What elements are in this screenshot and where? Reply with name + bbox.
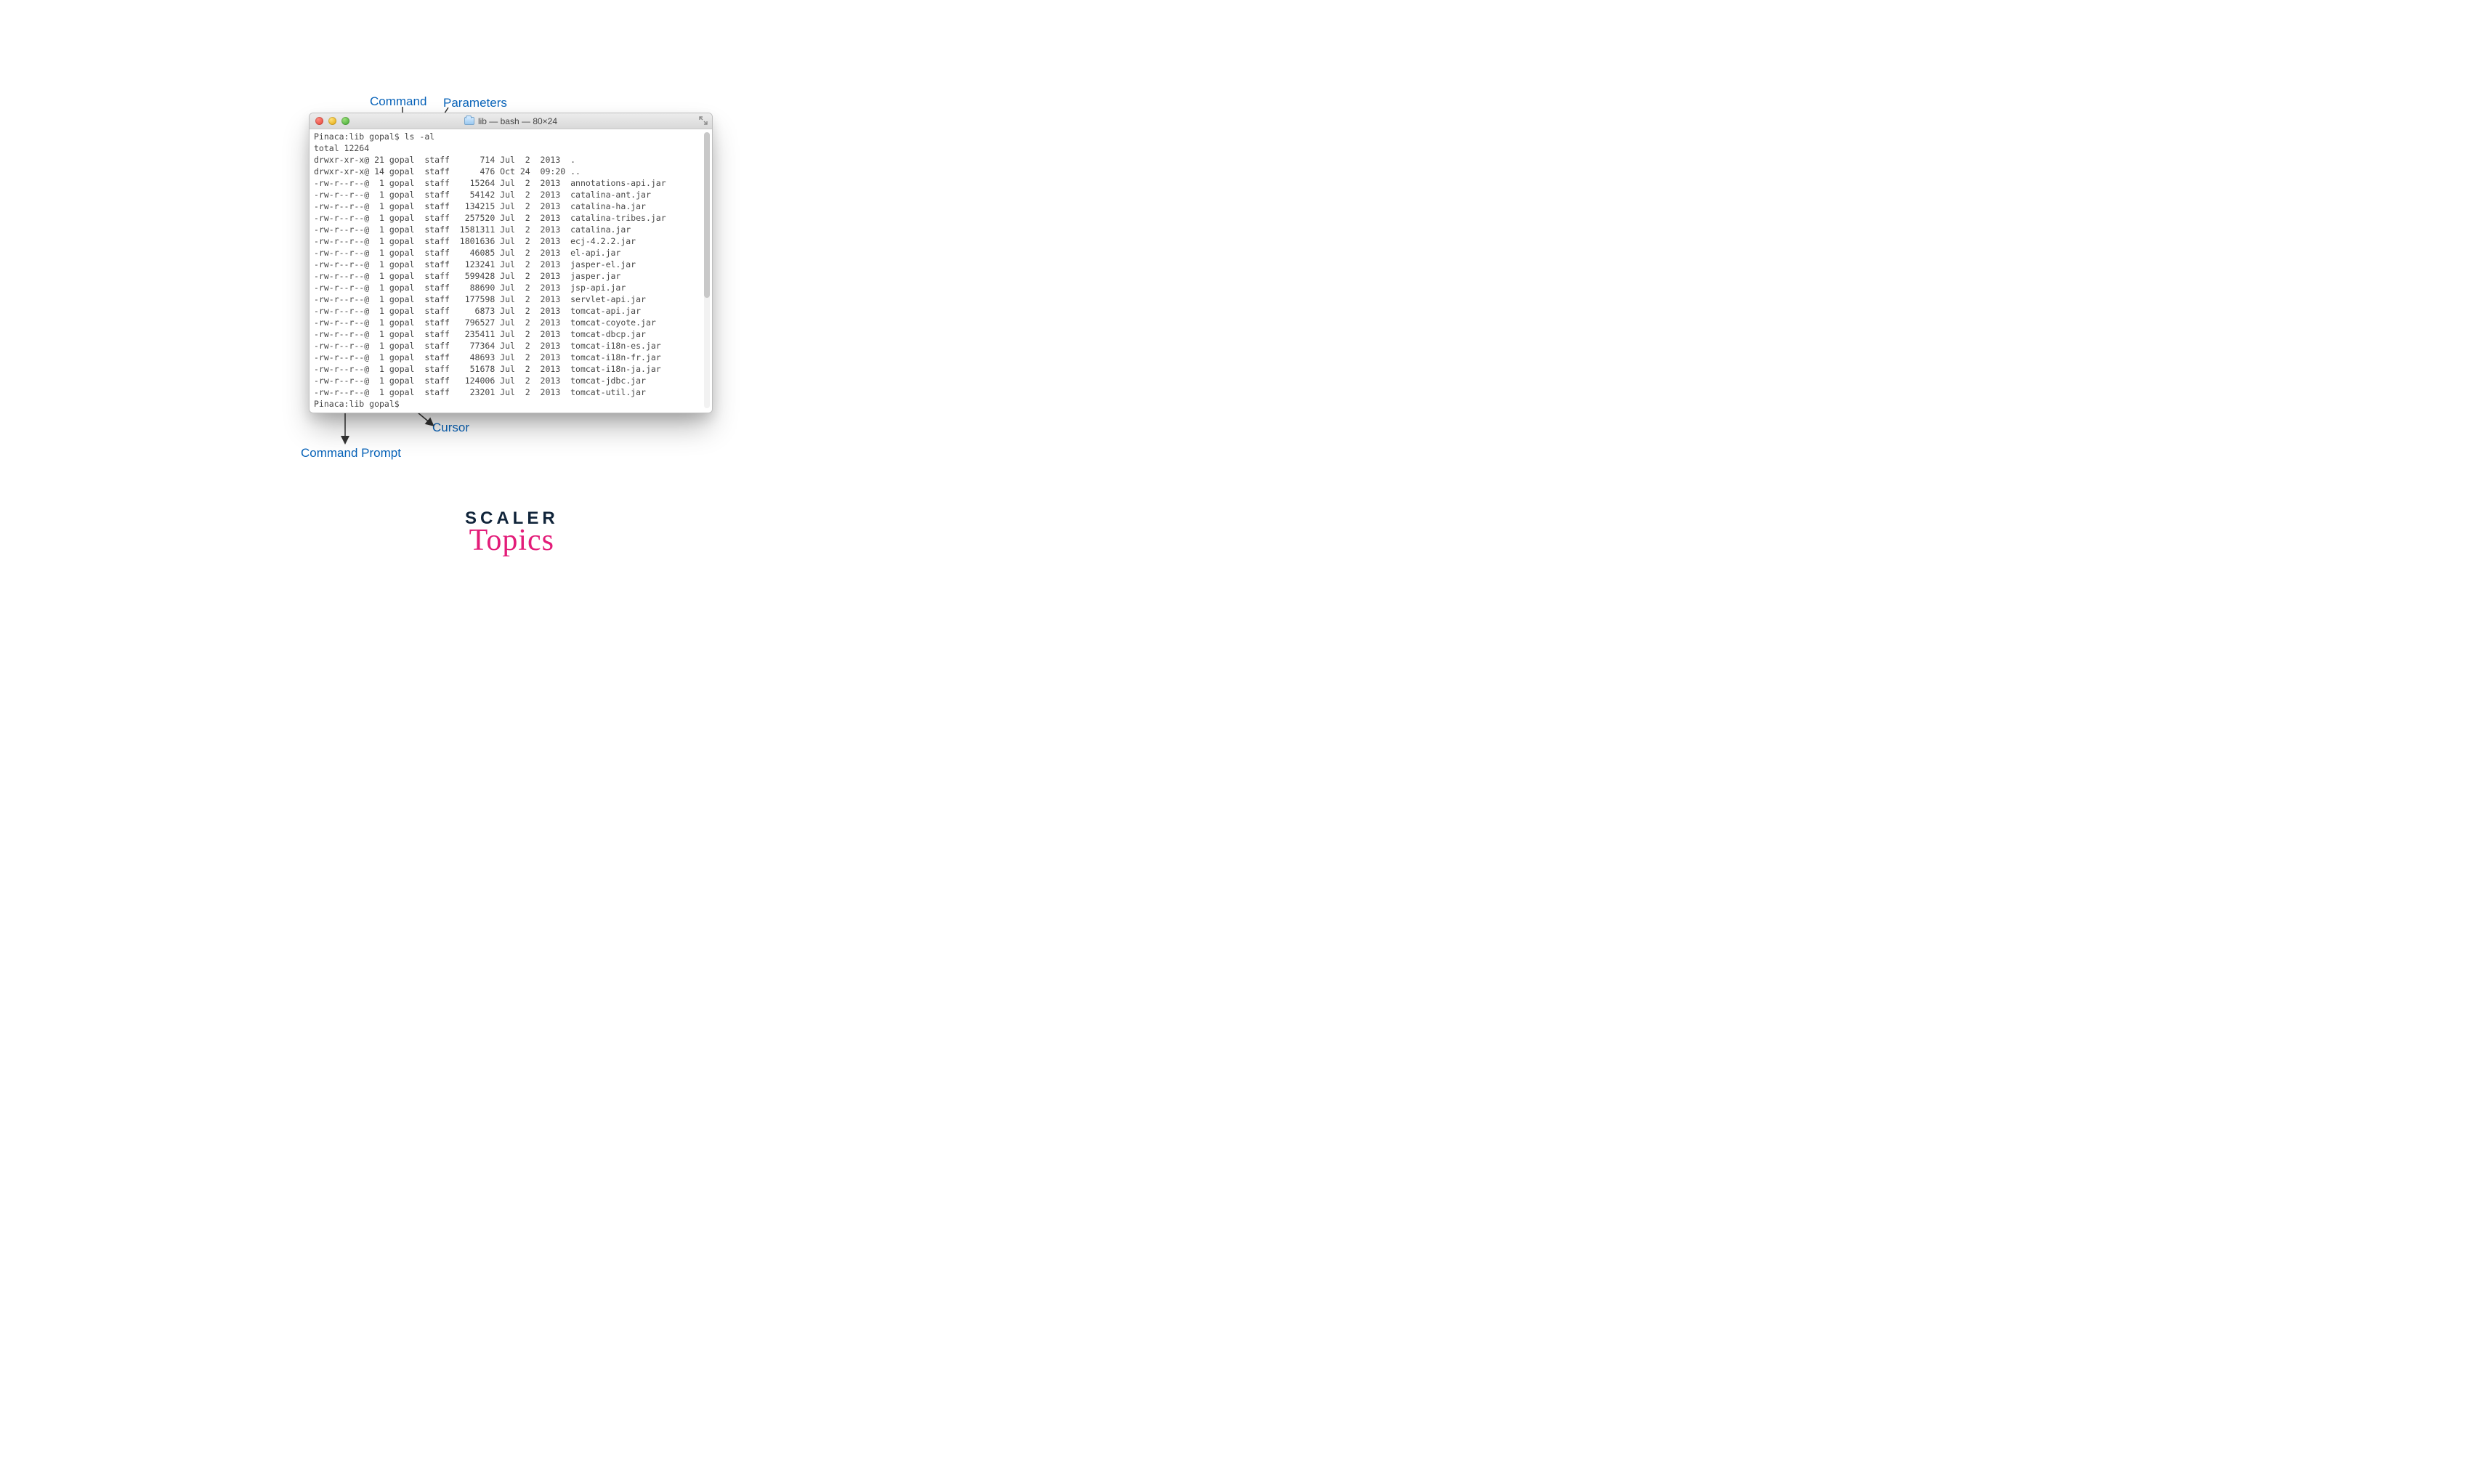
zoom-icon[interactable] bbox=[341, 117, 349, 125]
minimize-icon[interactable] bbox=[328, 117, 336, 125]
window-title: lib — bash — 80×24 bbox=[310, 116, 712, 126]
titlebar[interactable]: lib — bash — 80×24 bbox=[310, 113, 712, 129]
expand-icon[interactable] bbox=[699, 116, 708, 125]
brand-logo: SCALER Topics bbox=[465, 508, 559, 558]
terminal-body[interactable]: Pinaca:lib gopal$ ls -al total 12264 drw… bbox=[310, 129, 712, 413]
label-command-prompt: Command Prompt bbox=[301, 446, 401, 461]
folder-icon bbox=[464, 117, 474, 125]
label-cursor: Cursor bbox=[432, 421, 469, 435]
window-title-text: lib — bash — 80×24 bbox=[478, 116, 557, 126]
scrollbar[interactable] bbox=[704, 132, 710, 408]
terminal-output: Pinaca:lib gopal$ ls -al total 12264 drw… bbox=[314, 131, 708, 410]
logo-topics: Topics bbox=[465, 523, 559, 558]
scroll-thumb[interactable] bbox=[704, 132, 710, 298]
terminal-window: lib — bash — 80×24 Pinaca:lib gopal$ ls … bbox=[309, 113, 713, 413]
close-icon[interactable] bbox=[315, 117, 323, 125]
